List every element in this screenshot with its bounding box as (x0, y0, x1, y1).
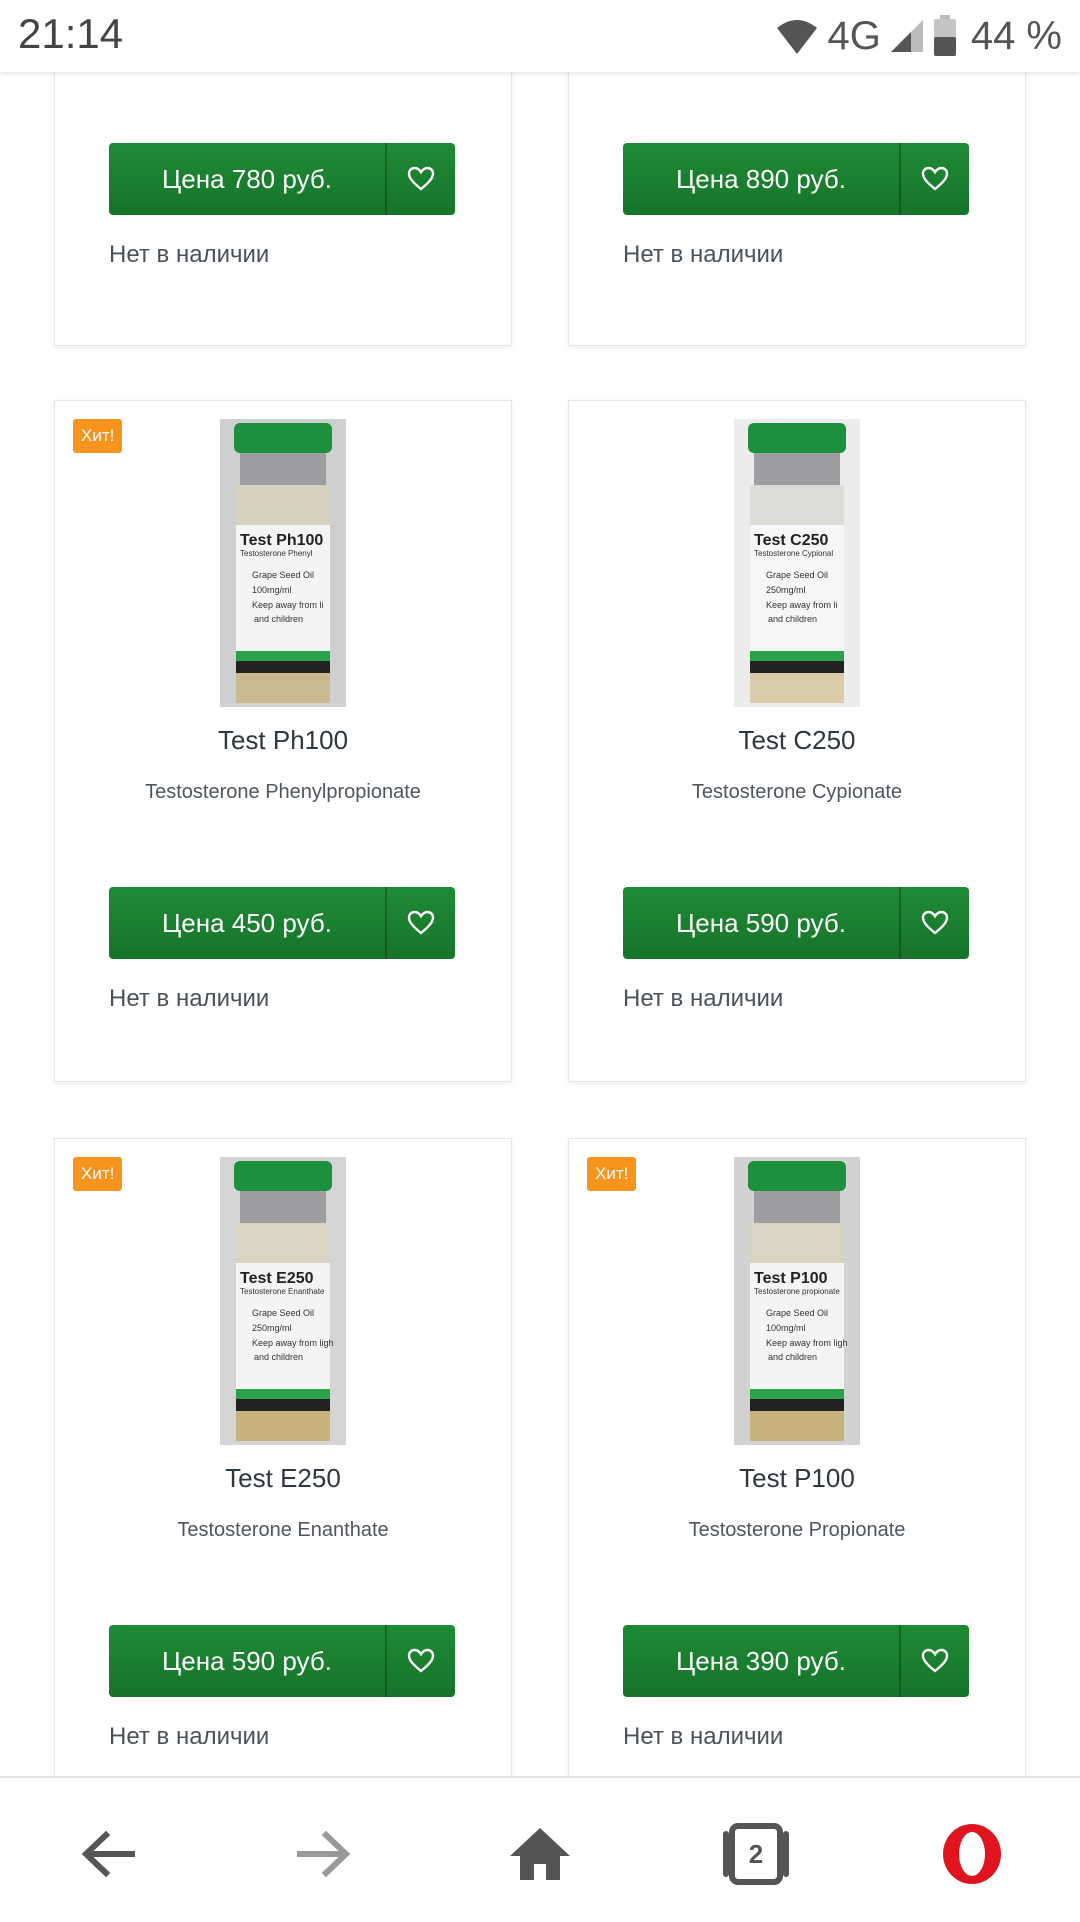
favorite-button[interactable] (387, 887, 455, 959)
vial-name: Test Ph100 (240, 532, 323, 549)
product-name[interactable]: Test Ph100 (55, 725, 511, 756)
svg-text:100mg/ml: 100mg/ml (766, 1323, 806, 1333)
svg-text:100mg/ml: 100mg/ml (252, 585, 292, 595)
product-card[interactable]: Цена 890 руб. Нет в наличии (568, 72, 1026, 346)
vial-name: Test E250 (240, 1270, 314, 1287)
forward-arrow-icon (297, 1830, 351, 1878)
tab-count: 2 (748, 1838, 764, 1869)
svg-text:and children: and children (254, 1352, 303, 1362)
signal-icon (890, 20, 923, 52)
forward-button[interactable] (276, 1806, 372, 1902)
heart-icon (921, 166, 949, 191)
heart-icon (921, 1648, 949, 1673)
product-card[interactable]: Хит! Test Ph100 Testosterone Phenyl Grap… (54, 400, 512, 1082)
svg-text:Grape Seed Oil: Grape Seed Oil (252, 1308, 314, 1318)
product-image[interactable]: Test C250 Testosterone Cypional Grape Se… (734, 419, 860, 707)
price-button[interactable]: Цена 590 руб. (109, 1625, 455, 1697)
status-icons: 4G 44 % (775, 10, 1062, 62)
product-card[interactable]: Хит! Test E250 Testosterone Enanthate Gr… (54, 1138, 512, 1776)
browser-bottom-nav: 2 (0, 1776, 1080, 1922)
svg-text:Grape Seed Oil: Grape Seed Oil (766, 1308, 828, 1318)
price-button[interactable]: Цена 890 руб. (623, 143, 969, 215)
svg-text:Testosterone propionate: Testosterone propionate (754, 1287, 840, 1296)
stock-status: Нет в наличии (109, 985, 270, 1012)
hit-badge: Хит! (587, 1157, 637, 1191)
svg-text:Testosterone Cypional: Testosterone Cypional (754, 549, 833, 558)
stock-status: Нет в наличии (109, 1723, 270, 1750)
back-button[interactable] (60, 1806, 156, 1902)
price-button[interactable]: Цена 590 руб. (623, 887, 969, 959)
price-label: Цена 780 руб. (162, 163, 332, 194)
product-subtitle: Testosterone Phenylpropionate (145, 781, 421, 803)
price-label: Цена 450 руб. (162, 907, 332, 938)
product-card[interactable]: Test C250 Testosterone Cypional Grape Se… (568, 400, 1026, 1082)
product-subtitle: Testosterone Propionate (688, 1519, 906, 1541)
wifi-icon (777, 20, 818, 54)
home-icon (510, 1828, 570, 1880)
opera-menu-button[interactable] (924, 1806, 1020, 1902)
svg-text:Keep away from li: Keep away from li (252, 600, 324, 610)
battery-percent: 44 % (970, 13, 1062, 58)
heart-icon (407, 1648, 435, 1673)
opera-logo-icon (943, 1824, 1001, 1884)
heart-icon (407, 910, 435, 935)
heart-icon (921, 910, 949, 935)
status-time: 21:14 (18, 10, 124, 57)
stock-status: Нет в наличии (109, 241, 270, 268)
product-name[interactable]: Test C250 (569, 725, 1025, 756)
svg-text:250mg/ml: 250mg/ml (252, 1323, 292, 1333)
svg-text:Keep away from li: Keep away from li (766, 600, 838, 610)
svg-text:Testosterone Enanthate: Testosterone Enanthate (240, 1287, 325, 1296)
back-arrow-icon (81, 1830, 135, 1878)
vial-name: Test C250 (754, 532, 829, 549)
svg-text:and children: and children (254, 614, 303, 624)
product-grid: Цена 780 руб. Нет в наличии Цена 890 руб… (0, 72, 1080, 1776)
favorite-button[interactable] (901, 1625, 969, 1697)
price-button[interactable]: Цена 450 руб. (109, 887, 455, 959)
product-image[interactable]: Test E250 Testosterone Enanthate Grape S… (220, 1157, 346, 1445)
favorite-button[interactable] (387, 143, 455, 215)
product-card[interactable]: Цена 780 руб. Нет в наличии (54, 72, 512, 346)
stock-status: Нет в наличии (623, 1723, 784, 1750)
network-type: 4G (827, 13, 881, 58)
product-subtitle: Testosterone Enanthate (177, 1519, 389, 1541)
battery-icon (933, 15, 956, 56)
favorite-button[interactable] (901, 887, 969, 959)
svg-text:250mg/ml: 250mg/ml (766, 585, 806, 595)
price-label: Цена 590 руб. (162, 1645, 332, 1676)
heart-icon (407, 166, 435, 191)
price-label: Цена 590 руб. (676, 907, 846, 938)
product-image[interactable]: Test Ph100 Testosterone Phenyl Grape See… (220, 419, 346, 707)
product-card[interactable]: Хит! Test P100 Testosterone propionate G… (568, 1138, 1026, 1776)
svg-text:Keep away from ligh: Keep away from ligh (252, 1338, 334, 1348)
product-name[interactable]: Test E250 (55, 1463, 511, 1494)
stock-status: Нет в наличии (623, 985, 784, 1012)
svg-text:Keep away from ligh: Keep away from ligh (766, 1338, 848, 1348)
product-image[interactable]: Test P100 Testosterone propionate Grape … (734, 1157, 860, 1445)
price-button[interactable]: Цена 780 руб. (109, 143, 455, 215)
product-name[interactable]: Test P100 (569, 1463, 1025, 1494)
home-button[interactable] (492, 1806, 588, 1902)
tabs-button[interactable]: 2 (708, 1806, 804, 1902)
price-label: Цена 390 руб. (676, 1645, 846, 1676)
svg-text:Grape Seed Oil: Grape Seed Oil (252, 570, 314, 580)
svg-text:Grape Seed Oil: Grape Seed Oil (766, 570, 828, 580)
svg-text:and children: and children (768, 1352, 817, 1362)
hit-badge: Хит! (73, 1157, 123, 1191)
price-label: Цена 890 руб. (676, 163, 846, 194)
hit-badge: Хит! (73, 419, 123, 453)
vial-name: Test P100 (754, 1270, 828, 1287)
svg-text:and children: and children (768, 614, 817, 624)
svg-text:Testosterone Phenyl: Testosterone Phenyl (240, 549, 313, 558)
favorite-button[interactable] (387, 1625, 455, 1697)
product-subtitle: Testosterone Cypionate (691, 781, 903, 803)
favorite-button[interactable] (901, 143, 969, 215)
price-button[interactable]: Цена 390 руб. (623, 1625, 969, 1697)
status-bar: 21:14 4G 44 % (0, 0, 1080, 72)
stock-status: Нет в наличии (623, 241, 784, 268)
